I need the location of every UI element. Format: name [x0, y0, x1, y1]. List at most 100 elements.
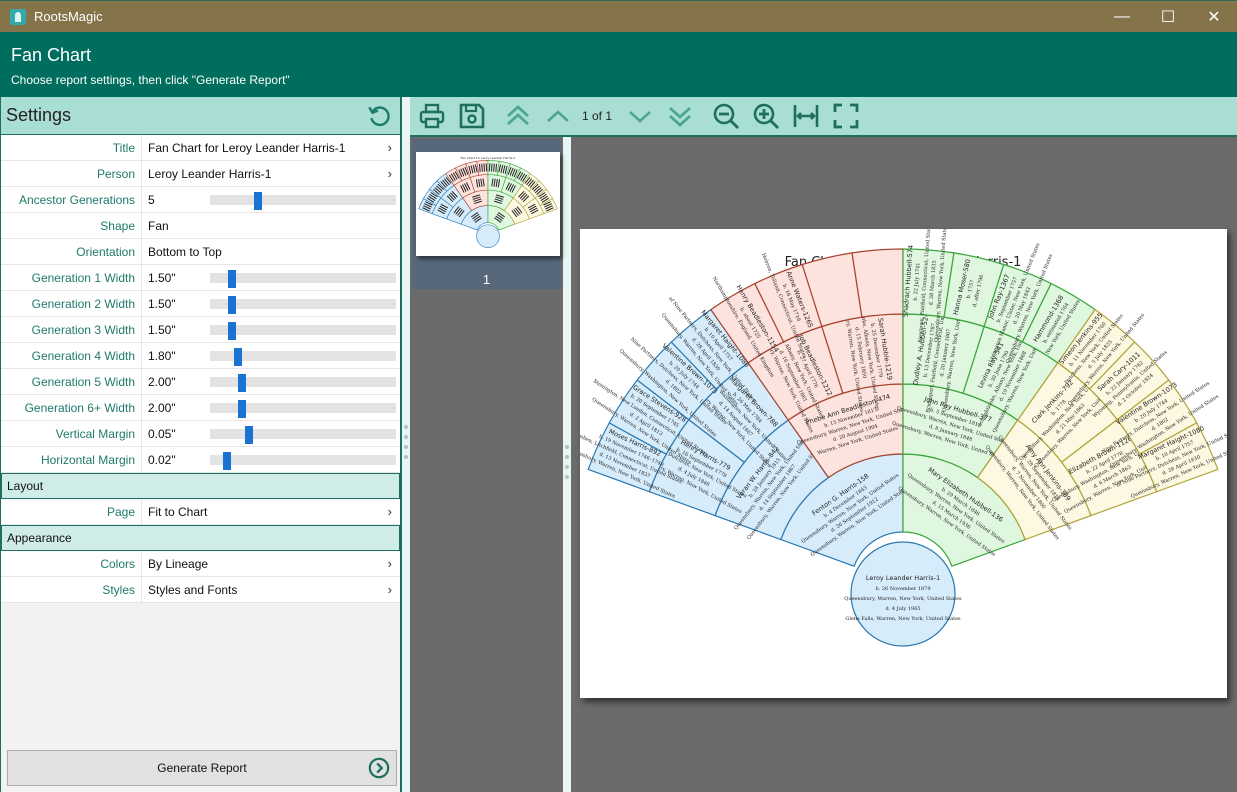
- setting-row-ancestor-generations[interactable]: Ancestor Generations 5: [1, 186, 400, 213]
- slider-thumb[interactable]: [237, 399, 246, 418]
- setting-row-shape[interactable]: Shape Fan: [1, 212, 400, 239]
- setting-value-slider[interactable]: 1.50": [141, 264, 400, 291]
- slider-track[interactable]: [210, 373, 396, 392]
- root-person-detail: Queensbury, Warren, New York, United Sta…: [844, 596, 962, 602]
- setting-value-slider[interactable]: 1.50": [141, 316, 400, 343]
- setting-label: Generation 3 Width: [31, 322, 135, 337]
- slider-thumb[interactable]: [228, 295, 237, 314]
- page-subtitle: Choose report settings, then click "Gene…: [11, 73, 290, 87]
- page-thumbnail[interactable]: Fan Chart for Leroy Leander Harris-1 1: [412, 139, 561, 289]
- setting-row-generation-2-width[interactable]: Generation 2 Width 1.50": [1, 290, 400, 317]
- setting-value-link[interactable]: Styles and Fonts ›: [141, 576, 400, 603]
- setting-value: Fan: [148, 218, 169, 233]
- setting-value-slider[interactable]: 0.02": [141, 446, 400, 473]
- slider-track[interactable]: [210, 321, 396, 340]
- save-button[interactable]: [454, 98, 490, 134]
- generate-report-button[interactable]: Generate Report: [7, 750, 397, 786]
- setting-row-horizontal-margin[interactable]: Horizontal Margin 0.02": [1, 446, 400, 473]
- slider-track[interactable]: [210, 191, 396, 210]
- setting-value: 1.50": [148, 322, 176, 337]
- setting-row-styles[interactable]: Styles Styles and Fonts ›: [1, 576, 400, 603]
- setting-row-generation-4-width[interactable]: Generation 4 Width 1.80": [1, 342, 400, 369]
- zoom-in-button[interactable]: [748, 98, 784, 134]
- slider-thumb[interactable]: [228, 269, 237, 288]
- setting-value-slider[interactable]: 1.80": [141, 342, 400, 369]
- slider-thumb[interactable]: [228, 321, 237, 340]
- setting-value-slider[interactable]: 2.00": [141, 368, 400, 395]
- setting-value-select[interactable]: Fan: [141, 212, 400, 239]
- setting-value: Styles and Fonts: [148, 582, 238, 597]
- first-page-button[interactable]: [500, 98, 536, 134]
- setting-label: Colors: [100, 556, 135, 571]
- setting-value-slider[interactable]: 1.50": [141, 290, 400, 317]
- fit-page-button[interactable]: [828, 98, 864, 134]
- slider-track[interactable]: [210, 295, 396, 314]
- setting-label: Person: [96, 166, 135, 181]
- setting-row-generation-6-width[interactable]: Generation 6+ Width 2.00": [1, 394, 400, 421]
- setting-value: 1.50": [148, 270, 176, 285]
- previous-page-button[interactable]: [540, 98, 576, 134]
- setting-row-colors[interactable]: Colors By Lineage ›: [1, 550, 400, 577]
- root-person-detail: Glens Falls, Warren, New York, United St…: [845, 616, 961, 622]
- app-tree-icon: [10, 8, 26, 25]
- preview-toolbar: 1 of 1: [410, 97, 1237, 137]
- setting-value-link[interactable]: By Lineage ›: [141, 550, 400, 577]
- setting-label: Horizontal Margin: [40, 452, 135, 467]
- setting-row-person[interactable]: Person Leroy Leander Harris-1 ›: [1, 160, 400, 187]
- section-appearance[interactable]: Appearance: [1, 525, 400, 551]
- slider-thumb[interactable]: [254, 191, 263, 210]
- slider-track[interactable]: [210, 425, 396, 444]
- setting-value: 5: [148, 192, 155, 207]
- setting-value: Leroy Leander Harris-1: [148, 166, 272, 181]
- setting-row-generation-5-width[interactable]: Generation 5 Width 2.00": [1, 368, 400, 395]
- setting-value: 2.00": [148, 374, 176, 389]
- last-page-button[interactable]: [662, 98, 698, 134]
- fit-width-button[interactable]: [788, 98, 824, 134]
- slider-track[interactable]: [210, 451, 396, 470]
- previous-page-icon: [547, 110, 569, 122]
- setting-value-slider[interactable]: 5: [141, 186, 400, 213]
- setting-value-link[interactable]: Fan Chart for Leroy Leander Harris-1 ›: [141, 134, 400, 161]
- slider-track[interactable]: [210, 347, 396, 366]
- setting-label: Generation 5 Width: [31, 374, 135, 389]
- setting-value: Bottom to Top: [148, 244, 222, 259]
- slider-thumb[interactable]: [233, 347, 242, 366]
- maximize-button[interactable]: ☐: [1145, 1, 1191, 32]
- setting-label: Generation 2 Width: [31, 296, 135, 311]
- thumbnail-fan-chart: Fan Chart for Leroy Leander Harris-1: [418, 156, 558, 248]
- setting-label: Generation 4 Width: [31, 348, 135, 363]
- chevron-right-icon: ›: [387, 581, 392, 597]
- undo-icon[interactable]: [366, 103, 392, 129]
- section-layout[interactable]: Layout: [1, 473, 400, 499]
- chevron-right-icon: ›: [387, 503, 392, 519]
- setting-row-generation-3-width[interactable]: Generation 3 Width 1.50": [1, 316, 400, 343]
- thumbnail-splitter[interactable]: [563, 97, 571, 792]
- setting-value-link[interactable]: Fit to Chart ›: [141, 498, 400, 525]
- setting-row-orientation[interactable]: Orientation Bottom to Top: [1, 238, 400, 265]
- setting-value-slider[interactable]: 2.00": [141, 394, 400, 421]
- slider-thumb[interactable]: [245, 425, 254, 444]
- setting-value-select[interactable]: Bottom to Top: [141, 238, 400, 265]
- setting-value-slider[interactable]: 0.05": [141, 420, 400, 447]
- next-page-button[interactable]: [622, 98, 658, 134]
- minimize-button[interactable]: —: [1099, 1, 1145, 32]
- report-preview[interactable]: Fan Chart for Leroy Leander Harris-1Fent…: [571, 139, 1237, 792]
- close-button[interactable]: ✕: [1191, 1, 1237, 32]
- root-person-name: Leroy Leander Harris-1: [866, 574, 940, 582]
- next-page-icon: [629, 111, 651, 123]
- print-button[interactable]: [414, 98, 450, 134]
- slider-thumb[interactable]: [222, 451, 231, 470]
- settings-splitter[interactable]: [402, 97, 410, 792]
- zoom-out-button[interactable]: [708, 98, 744, 134]
- setting-value-link[interactable]: Leroy Leander Harris-1 ›: [141, 160, 400, 187]
- setting-row-page[interactable]: Page Fit to Chart ›: [1, 498, 400, 525]
- setting-label: Ancestor Generations: [18, 192, 135, 207]
- setting-row-vertical-margin[interactable]: Vertical Margin 0.05": [1, 420, 400, 447]
- slider-track[interactable]: [210, 269, 396, 288]
- slider-thumb[interactable]: [237, 373, 246, 392]
- slider-track[interactable]: [210, 399, 396, 418]
- thumbnail-image: Fan Chart for Leroy Leander Harris-1: [416, 152, 560, 256]
- setting-row-title[interactable]: Title Fan Chart for Leroy Leander Harris-…: [1, 134, 400, 161]
- setting-row-generation-1-width[interactable]: Generation 1 Width 1.50": [1, 264, 400, 291]
- report-header: Fan Chart Choose report settings, then c…: [0, 32, 1237, 97]
